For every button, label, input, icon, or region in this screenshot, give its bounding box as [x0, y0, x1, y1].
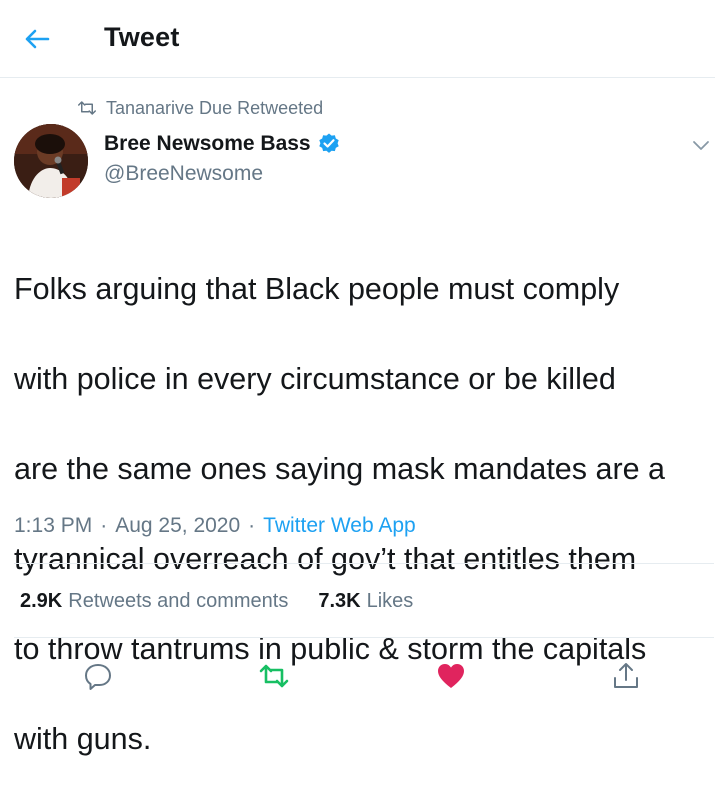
meta-separator: · [100, 514, 108, 537]
tweet-meta: 1:13 PM · Aug 25, 2020 · Twitter Web App [14, 514, 416, 538]
divider [14, 637, 714, 638]
retweets-label: Retweets and comments [68, 590, 289, 612]
author-name-text: Bree Newsome Bass [104, 132, 311, 155]
likes-stat[interactable]: 7.3K Likes [318, 590, 413, 613]
retweet-icon [78, 101, 96, 115]
tweet-source-link[interactable]: Twitter Web App [263, 514, 416, 538]
heart-icon[interactable] [435, 660, 467, 692]
verified-badge-icon [318, 133, 339, 153]
meta-separator: · [248, 514, 256, 537]
tweet-date[interactable]: Aug 25, 2020 [115, 514, 240, 538]
tweet-line: are the same ones saying mask mandates a… [14, 452, 666, 486]
retweet-context[interactable]: Tananarive Due Retweeted [78, 96, 323, 120]
author-name[interactable]: Bree Newsome Bass [104, 132, 341, 156]
top-bar: Tweet [0, 0, 715, 78]
retweet-icon[interactable] [258, 660, 290, 692]
tweet-line: tyrannical overreach of gov’t that entit… [14, 542, 637, 576]
avatar-image [14, 124, 88, 198]
arrow-left-icon[interactable] [22, 24, 52, 54]
tweet-line: Folks arguing that Black people must com… [14, 272, 620, 306]
retweets-count: 2.9K [20, 590, 63, 612]
tweet-line: with police in every circumstance or be … [14, 362, 616, 396]
divider [14, 563, 714, 564]
chevron-down-icon[interactable] [690, 134, 712, 156]
page-title: Tweet [104, 22, 180, 52]
tweet-line: with guns. [14, 722, 152, 756]
author-handle[interactable]: @BreeNewsome [104, 162, 263, 186]
retweet-context-label: Tananarive Due Retweeted [106, 97, 324, 118]
likes-count: 7.3K [318, 590, 361, 612]
engagement-stats: 2.9K Retweets and comments 7.3K Likes [20, 590, 413, 613]
retweets-stat[interactable]: 2.9K Retweets and comments [20, 590, 288, 613]
likes-label: Likes [366, 590, 414, 612]
tweet-time[interactable]: 1:13 PM [14, 514, 92, 538]
reply-icon[interactable] [82, 660, 114, 692]
tweet-line: to throw tantrums in public & storm the … [14, 632, 647, 666]
share-icon[interactable] [610, 660, 642, 692]
avatar[interactable] [14, 124, 88, 198]
